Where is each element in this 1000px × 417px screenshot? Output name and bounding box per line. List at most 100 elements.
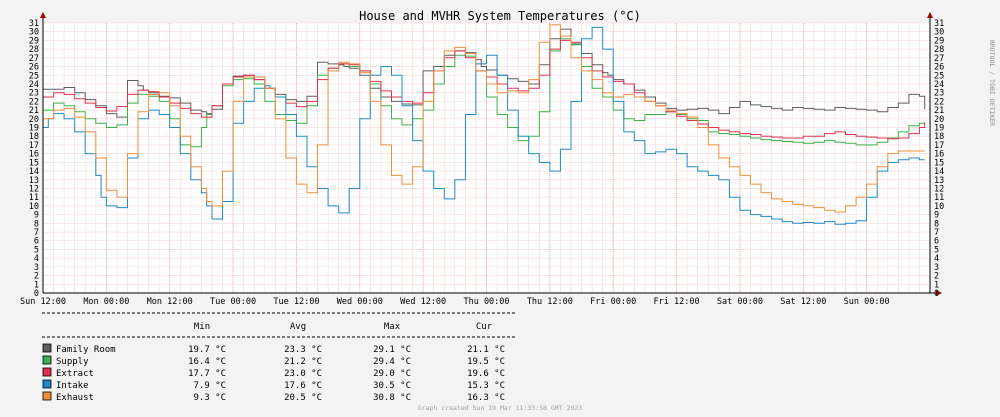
legend-value: 16.4 °C (188, 357, 226, 367)
legend-value: 21.1 °C (467, 345, 505, 355)
legend-name-intake: Intake (56, 381, 89, 391)
y-tick-label: 8 (34, 219, 39, 229)
y-tick-label: 28 (934, 45, 944, 55)
y-tick-label: 25 (934, 71, 944, 81)
legend-header-max: Max (384, 322, 401, 332)
y-tick-label: 21 (29, 106, 39, 116)
y-tick-label: 16 (29, 150, 39, 160)
legend-header-cur: Cur (476, 322, 493, 332)
y-tick-label: 9 (34, 211, 39, 221)
y-tick-label: 3 (934, 263, 939, 273)
y-tick-label: 2 (34, 272, 39, 282)
y-tick-label: 14 (29, 167, 39, 177)
legend-value: 23.0 °C (284, 369, 322, 379)
y-tick-label: 19 (29, 124, 39, 134)
y-tick-label: 14 (934, 167, 944, 177)
y-tick-label: 2 (934, 272, 939, 282)
y-tick-label: 22 (934, 97, 944, 107)
y-tick-label: 21 (934, 106, 944, 116)
legend-swatch-intake (42, 379, 52, 389)
legend-swatch-extract (42, 367, 52, 377)
y-tick-label: 16 (934, 150, 944, 160)
y-tick-label: 18 (29, 132, 39, 142)
y-tick-label: 24 (29, 80, 39, 90)
y-tick-label: 20 (29, 115, 39, 125)
legend-name-extract: Extract (56, 369, 94, 379)
legend-value: 21.2 °C (284, 357, 322, 367)
y-tick-label: 31 (29, 19, 39, 29)
y-tick-label: 11 (29, 193, 39, 203)
legend-name-supply: Supply (56, 357, 89, 367)
y-tick-label: 12 (29, 184, 39, 194)
y-tick-label: 8 (934, 219, 939, 229)
x-tick-label: Wed 00:00 (337, 297, 383, 307)
legend-value: 19.6 °C (467, 369, 505, 379)
y-tick-label: 19 (934, 124, 944, 134)
legend-value: 20.5 °C (284, 393, 322, 403)
y-tick-label: 12 (934, 184, 944, 194)
y-tick-label: 10 (934, 202, 944, 212)
y-tick-label: 20 (934, 115, 944, 125)
legend-value: 17.7 °C (188, 369, 226, 379)
y-tick-label: 10 (29, 202, 39, 212)
x-tick-label: Fri 12:00 (654, 297, 700, 307)
y-tick-label: 25 (29, 71, 39, 81)
footer-timestamp: Graph created Sun 19 Mar 11:33:58 GMT 20… (418, 404, 582, 412)
y-tick-label: 27 (934, 54, 944, 64)
y-tick-label: 26 (934, 63, 944, 73)
x-tick-label: Thu 12:00 (527, 297, 573, 307)
y-tick-label: 0 (934, 289, 939, 299)
y-tick-label: 5 (34, 245, 39, 255)
x-tick-label: Sun 12:00 (20, 297, 66, 307)
legend-swatch-family-room (42, 343, 52, 353)
y-tick-label: 4 (934, 254, 939, 264)
y-tick-label: 24 (934, 80, 944, 90)
legend-header-avg: Avg (290, 322, 306, 332)
legend-name-family-room: Family Room (56, 345, 116, 355)
y-tick-label: 17 (934, 141, 944, 151)
y-tick-label: 15 (934, 158, 944, 168)
legend-name-exhaust: Exhaust (56, 393, 94, 403)
legend-value: 29.1 °C (373, 345, 411, 355)
legend-swatch-supply (42, 355, 52, 365)
legend-value: 29.0 °C (373, 369, 411, 379)
y-tick-label: 7 (34, 228, 39, 238)
legend-value: 17.6 °C (284, 381, 322, 391)
y-tick-label: 7 (934, 228, 939, 238)
legend-value: 9.3 °C (193, 393, 226, 403)
x-tick-label: Wed 12:00 (400, 297, 446, 307)
y-tick-label: 1 (34, 280, 39, 290)
legend-value: 23.3 °C (284, 345, 322, 355)
x-tick-label: Sun 00:00 (844, 297, 890, 307)
y-tick-label: 31 (934, 19, 944, 29)
y-tick-label: 23 (29, 89, 39, 99)
y-tick-label: 13 (29, 176, 39, 186)
legend-value: 7.9 °C (193, 381, 226, 391)
y-tick-label: 6 (934, 237, 939, 247)
y-tick-label: 13 (934, 176, 944, 186)
y-tick-label: 5 (934, 245, 939, 255)
legend-value: 29.4 °C (373, 357, 411, 367)
legend-value: 16.3 °C (467, 393, 505, 403)
y-tick-label: 26 (29, 63, 39, 73)
y-tick-label: 17 (29, 141, 39, 151)
legend-value: 15.3 °C (467, 381, 505, 391)
y-tick-label: 15 (29, 158, 39, 168)
x-tick-label: Mon 12:00 (147, 297, 193, 307)
chart-root: 0 1 2 3 4 5 6 7 8 9 10 11 12 13 14 15 16 17 18 19 20 21 22 23 24… (0, 0, 1000, 417)
y-tick-label: 29 (934, 36, 944, 46)
y-tick-label: 22 (29, 97, 39, 107)
y-tick-label: 27 (29, 54, 39, 64)
x-tick-label: Tue 12:00 (273, 297, 319, 307)
x-tick-label: Sat 12:00 (780, 297, 826, 307)
chart-title: House and MVHR System Temperatures (°C) (359, 9, 641, 23)
y-tick-label: 30 (29, 28, 39, 38)
y-tick-label: 11 (934, 193, 944, 203)
y-tick-label: 18 (934, 132, 944, 142)
y-tick-label: 4 (34, 254, 39, 264)
x-tick-label: Mon 00:00 (83, 297, 129, 307)
legend-value: 30.8 °C (373, 393, 411, 403)
y-tick-label: 6 (34, 237, 39, 247)
legend-swatch-exhaust (42, 391, 52, 401)
y-tick-label: 9 (934, 211, 939, 221)
